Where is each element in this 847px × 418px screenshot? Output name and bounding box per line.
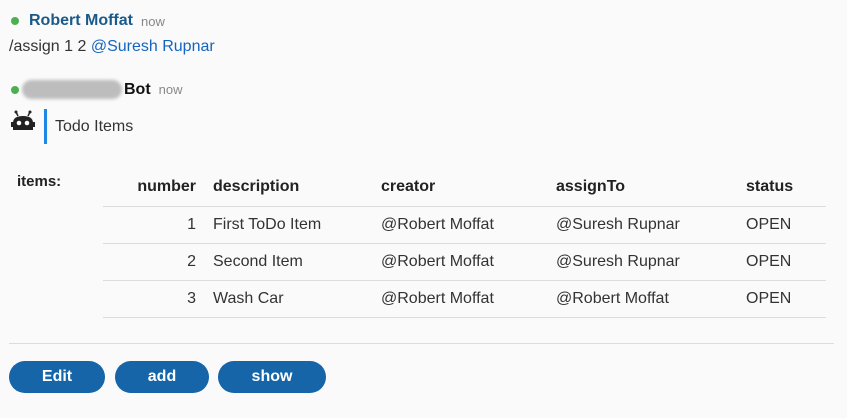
cell-assignto-mention[interactable]: @Robert Moffat bbox=[556, 279, 746, 318]
todo-items-table: number description creator assignTo stat… bbox=[103, 168, 826, 318]
table-row: 2 Second Item @Robert Moffat @Suresh Rup… bbox=[103, 242, 826, 280]
robot-icon bbox=[11, 110, 35, 130]
column-header-assignto: assignTo bbox=[556, 177, 626, 195]
column-header-creator: creator bbox=[381, 177, 436, 195]
cell-creator-mention[interactable]: @Robert Moffat bbox=[381, 242, 556, 280]
cell-description: Wash Car bbox=[213, 279, 381, 318]
cell-status: OPEN bbox=[746, 205, 826, 243]
show-button[interactable]: show bbox=[218, 361, 326, 393]
user-mention[interactable]: @Suresh Rupnar bbox=[91, 38, 215, 55]
add-button[interactable]: add bbox=[115, 361, 209, 393]
message-header: Bot now bbox=[11, 80, 183, 99]
actions-divider bbox=[9, 343, 834, 344]
table-header-row: number description creator assignTo stat… bbox=[103, 168, 826, 206]
online-status-dot bbox=[11, 85, 19, 94]
cell-status: OPEN bbox=[746, 242, 826, 280]
attachment-title: Todo Items bbox=[55, 118, 134, 135]
column-header-status: status bbox=[746, 177, 794, 195]
cell-description: Second Item bbox=[213, 242, 381, 280]
author-name[interactable]: Robert Moffat bbox=[29, 12, 133, 30]
edit-button[interactable]: Edit bbox=[9, 361, 105, 393]
column-header-description: description bbox=[213, 177, 300, 195]
cell-creator-mention[interactable]: @Robert Moffat bbox=[381, 279, 556, 318]
cell-creator-mention[interactable]: @Robert Moffat bbox=[381, 205, 556, 243]
table-row: 3 Wash Car @Robert Moffat @Robert Moffat… bbox=[103, 279, 826, 318]
table-row: 1 First ToDo Item @Robert Moffat @Suresh… bbox=[103, 205, 826, 243]
message-body: /assign 1 2 @Suresh Rupnar bbox=[9, 38, 215, 56]
cell-assignto-mention[interactable]: @Suresh Rupnar bbox=[556, 242, 746, 280]
items-label: items: bbox=[17, 173, 62, 190]
timestamp: now bbox=[158, 82, 183, 97]
timestamp: now bbox=[140, 13, 165, 29]
cell-number: 2 bbox=[103, 242, 213, 280]
cell-assignto-mention[interactable]: @Suresh Rupnar bbox=[556, 205, 746, 243]
cell-status: OPEN bbox=[746, 279, 826, 318]
redacted-bot-name bbox=[22, 80, 122, 99]
online-status-dot bbox=[11, 17, 19, 25]
cell-number: 1 bbox=[103, 205, 213, 243]
command-text: /assign 1 2 bbox=[9, 38, 87, 55]
bot-name-suffix[interactable]: Bot bbox=[124, 81, 151, 99]
cell-description: First ToDo Item bbox=[213, 205, 381, 243]
column-header-number: number bbox=[137, 177, 196, 195]
cell-number: 3 bbox=[103, 279, 213, 318]
quote-bar bbox=[44, 109, 47, 144]
message-header: Robert Moffat now bbox=[11, 12, 165, 30]
